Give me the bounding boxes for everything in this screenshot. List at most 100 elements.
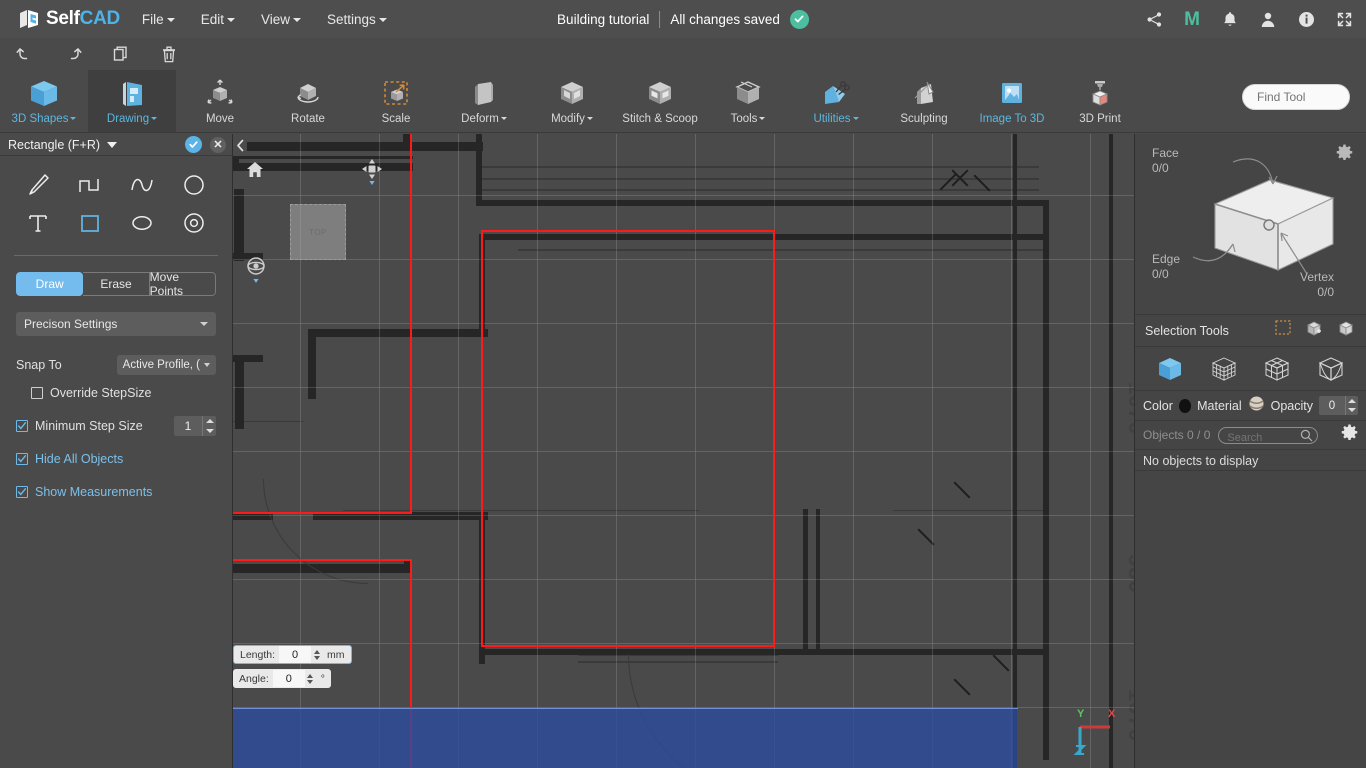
appearance-row: Color Material Opacity 0	[1135, 391, 1366, 421]
minimum-step-size-row[interactable]: Minimum Step Size	[16, 413, 216, 439]
tool-stitch-scoop[interactable]: Stitch & Scoop	[616, 70, 704, 132]
triangle-up-icon[interactable]	[307, 673, 314, 678]
triangle-down-icon[interactable]	[307, 679, 314, 684]
menu-file-label: File	[141, 11, 164, 27]
opacity-down-button[interactable]	[1346, 406, 1358, 416]
polyline-icon[interactable]	[64, 168, 116, 202]
fullscreen-icon[interactable]	[1334, 9, 1354, 29]
user-icon[interactable]	[1258, 9, 1278, 29]
length-value[interactable]: 0	[279, 646, 312, 663]
show-measurements-row[interactable]: Show Measurements	[16, 479, 216, 505]
pen-icon[interactable]	[12, 168, 64, 202]
donut-icon[interactable]	[168, 206, 220, 240]
home-icon[interactable]	[246, 161, 264, 183]
minimum-step-size-checkbox[interactable]	[16, 420, 28, 432]
angle-value[interactable]: 0	[272, 670, 305, 687]
search-icon	[1300, 429, 1313, 447]
text-icon[interactable]	[12, 206, 64, 240]
menu-settings[interactable]: Settings	[327, 12, 387, 27]
find-tool-input[interactable]	[1242, 84, 1350, 110]
view-orientation-cube[interactable]: TOP	[290, 204, 346, 260]
tool-utilities[interactable]: Utilities	[792, 70, 880, 132]
tool-scale[interactable]: Scale	[352, 70, 440, 132]
bell-icon[interactable]	[1220, 9, 1240, 29]
mode-erase-button[interactable]: Erase	[83, 272, 150, 296]
triangle-down-icon[interactable]	[313, 655, 320, 660]
redo-button[interactable]	[60, 42, 86, 66]
tool-image-to-3d[interactable]: Image To 3D	[968, 70, 1056, 132]
chevron-down-icon	[166, 17, 175, 22]
stepper-up-button[interactable]	[203, 416, 216, 426]
face-mode-icon[interactable]	[1262, 355, 1292, 383]
object-mode-icon[interactable]	[1155, 355, 1185, 383]
app-logo[interactable]: SelfCAD	[18, 8, 120, 30]
3d-viewport[interactable]: 3000 1070 580 1070	[233, 134, 1134, 768]
opacity-stepper[interactable]: 0	[1319, 396, 1358, 415]
share-icon[interactable]	[1144, 9, 1164, 29]
rectangle-icon[interactable]	[64, 206, 116, 240]
confirm-button[interactable]	[185, 136, 202, 153]
override-stepsize-checkbox[interactable]	[31, 387, 43, 399]
snap-to-dropdown[interactable]: Active Profile, (	[116, 355, 216, 375]
material-sphere-icon[interactable]	[1248, 395, 1265, 417]
precision-settings-dropdown[interactable]: Precison Settings	[16, 312, 216, 336]
tool-sculpting[interactable]: Sculpting	[880, 70, 968, 132]
menu-edit[interactable]: Edit	[201, 12, 235, 27]
tool-rotate-label: Rotate	[291, 113, 325, 125]
copy-button[interactable]	[108, 42, 134, 66]
info-icon[interactable]	[1296, 9, 1316, 29]
length-stepper[interactable]	[311, 646, 323, 663]
orbit-icon[interactable]	[244, 254, 268, 289]
minimum-step-size-input[interactable]	[174, 416, 202, 436]
hide-all-objects-row[interactable]: Hide All Objects	[16, 446, 216, 472]
ellipse-icon[interactable]	[116, 206, 168, 240]
spline-icon[interactable]	[116, 168, 168, 202]
minimum-step-size-stepper[interactable]	[174, 416, 216, 436]
objects-search-input[interactable]	[1219, 430, 1298, 445]
document-status: Building tutorial All changes saved	[557, 9, 809, 29]
triangle-up-icon[interactable]	[313, 649, 320, 654]
tool-move[interactable]: Move	[176, 70, 264, 132]
color-swatch[interactable]	[1178, 398, 1192, 413]
lasso-select-icon[interactable]	[1337, 320, 1356, 342]
undo-button[interactable]	[12, 42, 38, 66]
delete-button[interactable]	[156, 42, 182, 66]
main-toolbar: 3D Shapes Drawing Move Rotate Scale Defo…	[0, 70, 1366, 133]
length-label: Length:	[240, 648, 276, 661]
stepper-down-button[interactable]	[203, 426, 216, 436]
length-measurement-field[interactable]: Length: 0 mm	[233, 645, 352, 664]
document-title[interactable]: Building tutorial	[557, 12, 649, 27]
edge-mode-icon[interactable]	[1316, 355, 1346, 383]
box-select-icon[interactable]	[1305, 320, 1324, 342]
objects-settings-gear-icon[interactable]	[1341, 424, 1358, 446]
menu-view[interactable]: View	[261, 12, 301, 27]
menu-file[interactable]: File	[142, 12, 175, 27]
tool-drawing[interactable]: Drawing	[88, 70, 176, 132]
vertex-mode-icon[interactable]	[1209, 355, 1239, 383]
angle-measurement-field[interactable]: Angle: 0 °	[233, 669, 331, 688]
angle-stepper[interactable]	[304, 670, 316, 687]
show-measurements-checkbox[interactable]	[16, 486, 28, 498]
tool-rotate[interactable]: Rotate	[264, 70, 352, 132]
mode-draw-button[interactable]: Draw	[16, 272, 84, 296]
mode-move-points-button[interactable]: Move Points	[149, 272, 216, 296]
tool-tools[interactable]: Tools	[704, 70, 792, 132]
chevron-down-icon[interactable]	[107, 141, 118, 148]
opacity-value[interactable]: 0	[1319, 396, 1345, 415]
objects-search-box[interactable]	[1218, 426, 1319, 447]
tool-3d-print[interactable]: 3D Print	[1056, 70, 1144, 132]
circle-icon[interactable]	[168, 168, 220, 202]
panel-collapse-button[interactable]	[233, 134, 247, 156]
opacity-up-button[interactable]	[1346, 396, 1358, 406]
close-button[interactable]: ✕	[210, 136, 226, 153]
tool-3d-shapes[interactable]: 3D Shapes	[0, 70, 88, 132]
rectangle-select-icon[interactable]	[1275, 320, 1292, 341]
move-icon	[203, 76, 237, 112]
pan-icon[interactable]	[361, 158, 383, 191]
tool-modify[interactable]: Modify	[528, 70, 616, 132]
cube-blue-icon	[27, 76, 61, 112]
hide-all-objects-checkbox[interactable]	[16, 453, 28, 465]
m-badge-icon[interactable]: M	[1182, 9, 1202, 29]
tool-deform[interactable]: Deform	[440, 70, 528, 132]
override-stepsize-row[interactable]: Override StepSize	[16, 380, 216, 406]
